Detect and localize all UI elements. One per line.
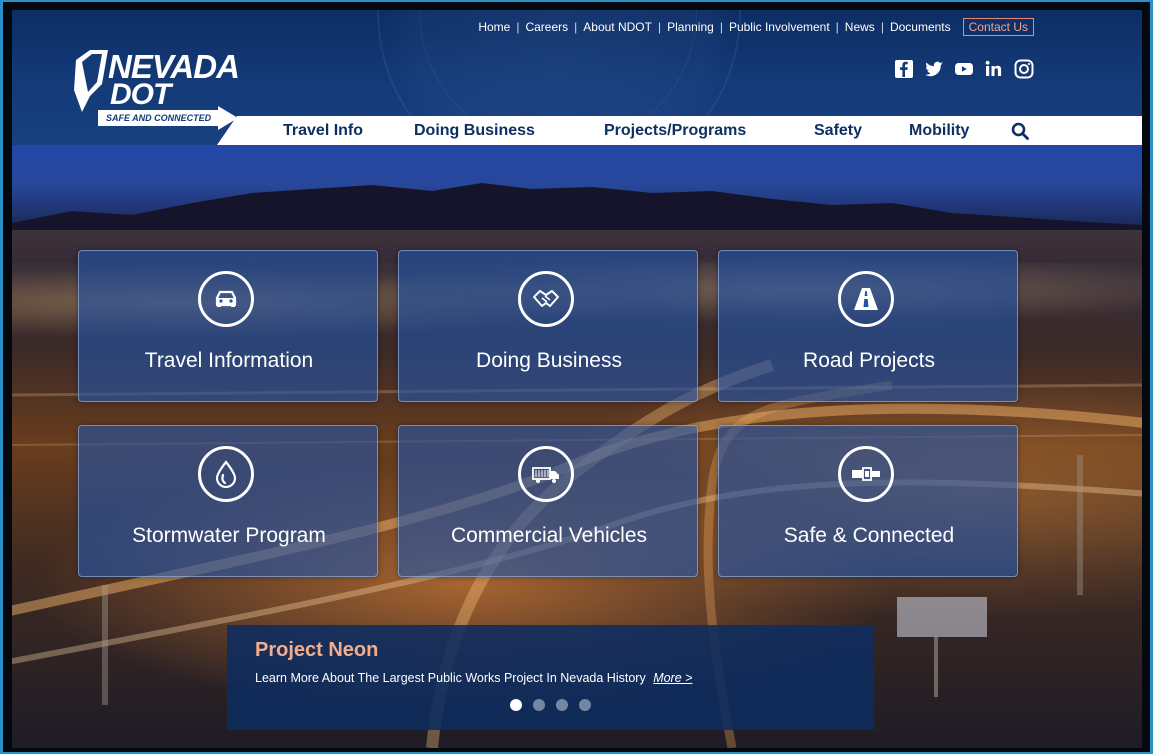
road-icon xyxy=(854,288,878,310)
car-icon xyxy=(215,290,237,307)
contact-us-button[interactable]: Contact Us xyxy=(962,18,1034,36)
carousel-dots xyxy=(510,699,591,711)
tile-safe-connected[interactable]: Safe & Connected xyxy=(718,425,1018,577)
separator: | xyxy=(880,20,884,34)
facebook-icon[interactable] xyxy=(894,59,914,79)
tile-travel-information[interactable]: Travel Information xyxy=(78,250,378,402)
separator: | xyxy=(835,20,839,34)
tile-label: Road Projects xyxy=(803,349,935,372)
social-links xyxy=(894,59,1034,79)
seatbelt-icon xyxy=(852,467,880,481)
site-header: Home | Careers | About NDOT | Planning |… xyxy=(12,10,1142,145)
separator: | xyxy=(574,20,578,34)
handshake-icon xyxy=(533,290,559,307)
tile-label: Stormwater Program xyxy=(132,524,326,547)
nav-safety[interactable]: Safety xyxy=(814,122,862,140)
carousel-dot-4[interactable] xyxy=(579,699,591,711)
separator: | xyxy=(516,20,520,34)
tile-label: Doing Business xyxy=(476,349,622,372)
nav-doing-business[interactable]: Doing Business xyxy=(414,122,535,140)
util-link-public-involvement[interactable]: Public Involvement xyxy=(729,20,830,34)
nav-mobility[interactable]: Mobility xyxy=(909,122,969,140)
nav-projects-programs[interactable]: Projects/Programs xyxy=(604,122,746,140)
tile-road-projects[interactable]: Road Projects xyxy=(718,250,1018,402)
tile-stormwater-program[interactable]: Stormwater Program xyxy=(78,425,378,577)
carousel-dot-3[interactable] xyxy=(556,699,568,711)
promo-title: Project Neon xyxy=(255,639,379,661)
utility-nav: Home | Careers | About NDOT | Planning |… xyxy=(478,18,1034,36)
youtube-icon[interactable] xyxy=(954,59,974,79)
page: Home | Careers | About NDOT | Planning |… xyxy=(12,10,1142,748)
tile-icon-circle xyxy=(198,271,254,327)
tile-icon-circle xyxy=(198,446,254,502)
tile-icon-circle xyxy=(838,271,894,327)
truck-icon xyxy=(532,467,559,483)
hero-banner: Travel Information Doing Business Road P… xyxy=(12,145,1142,748)
water-drop-icon xyxy=(215,460,237,488)
search-icon[interactable] xyxy=(1010,121,1030,141)
tile-icon-circle xyxy=(518,271,574,327)
main-nav: Travel Info Doing Business Projects/Prog… xyxy=(12,116,1142,145)
tile-label: Commercial Vehicles xyxy=(450,524,648,547)
nav-travel-info[interactable]: Travel Info xyxy=(283,122,363,140)
util-link-home[interactable]: Home xyxy=(478,20,510,34)
promo-description-line: Learn More About The Largest Public Work… xyxy=(255,671,692,685)
tile-icon-circle xyxy=(838,446,894,502)
util-link-careers[interactable]: Careers xyxy=(525,20,568,34)
separator: | xyxy=(719,20,723,34)
carousel-dot-2[interactable] xyxy=(533,699,545,711)
linkedin-icon[interactable] xyxy=(984,59,1004,79)
tile-icon-circle xyxy=(518,446,574,502)
instagram-icon[interactable] xyxy=(1014,59,1034,79)
promo-banner: Project Neon Learn More About The Larges… xyxy=(227,625,874,730)
carousel-dot-1[interactable] xyxy=(510,699,522,711)
promo-more-link[interactable]: More > xyxy=(653,671,692,685)
tile-label: Safe & Connected xyxy=(783,524,955,547)
tile-doing-business[interactable]: Doing Business xyxy=(398,250,698,402)
twitter-icon[interactable] xyxy=(924,59,944,79)
util-link-planning[interactable]: Planning xyxy=(667,20,714,34)
logo-dot-text: DOT xyxy=(110,78,171,111)
separator: | xyxy=(657,20,662,34)
promo-description: Learn More About The Largest Public Work… xyxy=(255,671,646,685)
util-link-news[interactable]: News xyxy=(845,20,875,34)
tile-commercial-vehicles[interactable]: Commercial Vehicles xyxy=(398,425,698,577)
util-link-documents[interactable]: Documents xyxy=(890,20,951,34)
tile-label: Travel Information xyxy=(144,349,314,372)
util-link-about[interactable]: About NDOT xyxy=(583,20,652,34)
